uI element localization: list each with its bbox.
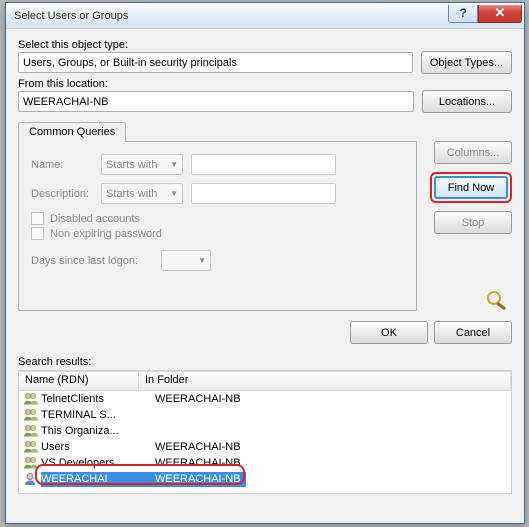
help-button[interactable]: ? <box>448 5 478 23</box>
select-users-dialog: Select Users or Groups ? ✕ Select this o… <box>5 2 525 524</box>
result-row[interactable]: TERMINAL S... <box>19 407 511 423</box>
result-name: WEERACHAI <box>41 473 155 485</box>
column-header-name[interactable]: Name (RDN) <box>19 372 139 390</box>
dialog-title: Select Users or Groups <box>14 10 128 22</box>
ok-button[interactable]: OK <box>350 321 428 344</box>
result-name: VS Developers <box>41 457 155 469</box>
name-match-combo[interactable]: Starts with▼ <box>101 154 183 175</box>
results-list: Name (RDN) In Folder TelnetClientsWEERAC… <box>18 370 512 494</box>
close-button[interactable]: ✕ <box>478 5 522 23</box>
group-icon <box>23 392 39 406</box>
result-folder: WEERACHAI-NB <box>155 441 507 453</box>
name-filter-label: Name: <box>31 159 101 171</box>
search-results-label: Search results: <box>18 352 512 370</box>
description-filter-label: Description: <box>31 188 101 200</box>
description-filter-input[interactable] <box>191 183 336 204</box>
result-name: TelnetClients <box>41 393 155 405</box>
stop-button[interactable]: Stop <box>434 211 512 234</box>
result-folder: WEERACHAI-NB <box>155 393 507 405</box>
result-name: Users <box>41 441 155 453</box>
result-folder: WEERACHAI-NB <box>155 457 507 469</box>
object-type-label: Select this object type: <box>18 39 512 51</box>
result-row[interactable]: UsersWEERACHAI-NB <box>19 439 511 455</box>
group-icon <box>23 424 39 438</box>
result-name: This Organiza... <box>41 425 155 437</box>
tab-common-queries[interactable]: Common Queries <box>18 122 126 142</box>
group-icon <box>23 456 39 470</box>
name-filter-input[interactable] <box>191 154 336 175</box>
titlebar[interactable]: Select Users or Groups ? ✕ <box>6 3 524 29</box>
find-now-button[interactable]: Find Now <box>434 176 508 199</box>
group-icon <box>23 440 39 454</box>
disabled-accounts-checkbox[interactable]: Disabled accounts <box>31 212 361 225</box>
description-match-combo[interactable]: Starts with▼ <box>101 183 183 204</box>
days-since-logon-label: Days since last logon: <box>31 255 161 267</box>
non-expiring-password-checkbox[interactable]: Non expiring password <box>31 227 361 240</box>
column-header-folder[interactable]: In Folder <box>139 372 511 390</box>
chevron-down-icon: ▼ <box>198 256 206 265</box>
from-location-label: From this location: <box>18 78 512 90</box>
locations-button[interactable]: Locations... <box>422 90 512 113</box>
columns-button[interactable]: Columns... <box>434 141 512 164</box>
find-now-highlight: Find Now <box>430 172 512 203</box>
result-folder: WEERACHAI-NB <box>155 473 246 485</box>
chevron-down-icon: ▼ <box>170 160 178 169</box>
days-since-logon-combo[interactable]: ▼ <box>161 250 211 271</box>
result-row[interactable]: TelnetClientsWEERACHAI-NB <box>19 391 511 407</box>
search-icon <box>484 289 512 311</box>
user-icon <box>23 472 39 486</box>
result-row[interactable]: VS DevelopersWEERACHAI-NB <box>19 455 511 471</box>
location-field[interactable]: WEERACHAI-NB <box>18 91 414 112</box>
cancel-button[interactable]: Cancel <box>434 321 512 344</box>
chevron-down-icon: ▼ <box>170 189 178 198</box>
result-row[interactable]: WEERACHAIWEERACHAI-NB <box>19 471 511 487</box>
result-name: TERMINAL S... <box>41 409 155 421</box>
group-icon <box>23 408 39 422</box>
object-type-field[interactable]: Users, Groups, or Built-in security prin… <box>18 52 413 73</box>
object-types-button[interactable]: Object Types... <box>421 51 512 74</box>
result-row[interactable]: This Organiza... <box>19 423 511 439</box>
